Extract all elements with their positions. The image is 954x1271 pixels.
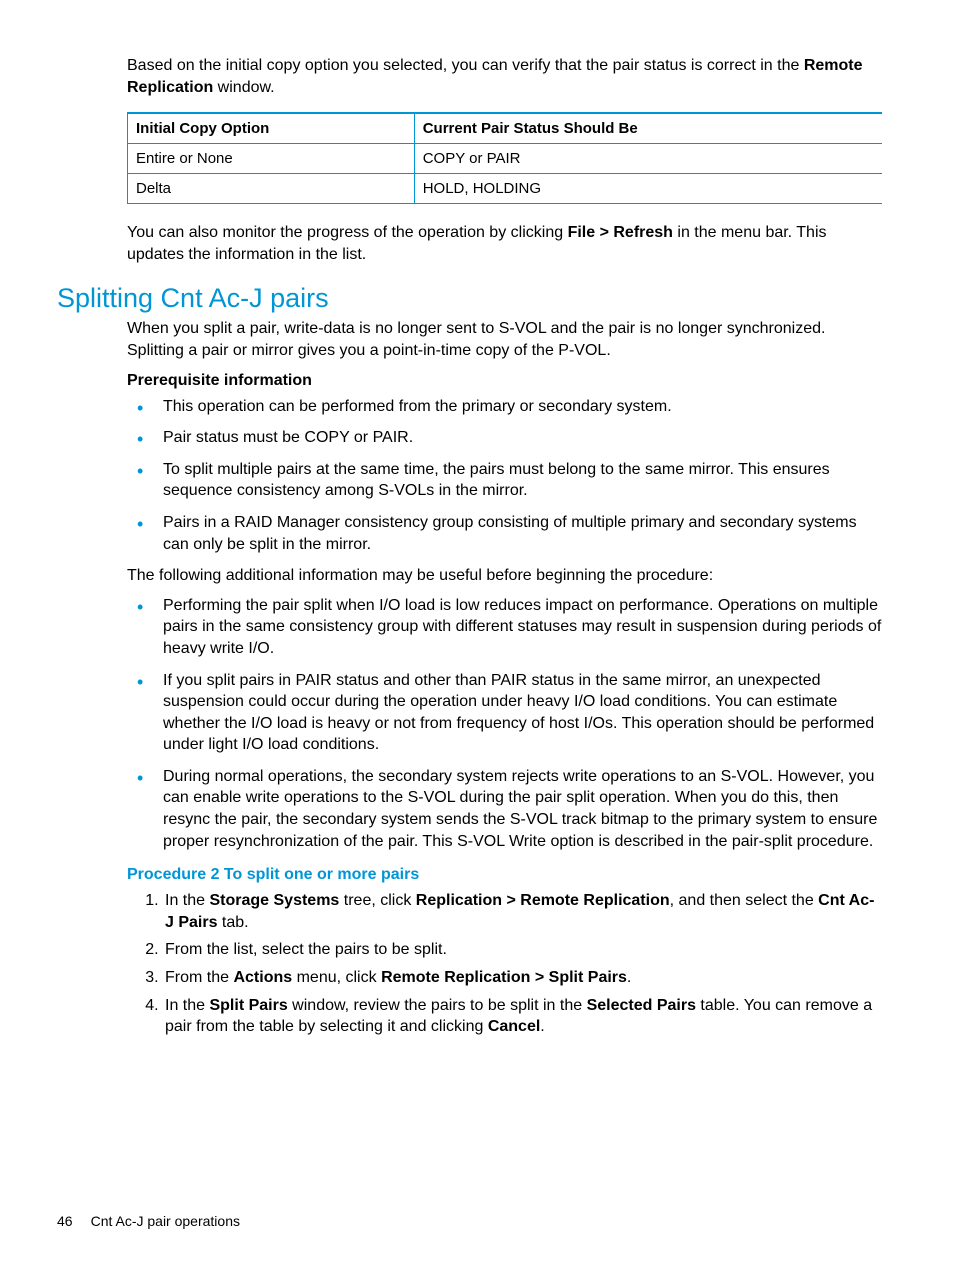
text-bold: Actions	[233, 969, 292, 986]
table-row: Entire or None COPY or PAIR	[128, 144, 883, 174]
list-item: If you split pairs in PAIR status and ot…	[163, 670, 882, 756]
footer-section: Cnt Ac-J pair operations	[91, 1213, 240, 1229]
list-item: Performing the pair split when I/O load …	[163, 595, 882, 660]
status-table: Initial Copy Option Current Pair Status …	[127, 112, 882, 204]
list-item: During normal operations, the secondary …	[163, 766, 882, 852]
text: window, review the pairs to be split in …	[288, 997, 587, 1014]
table-cell: HOLD, HOLDING	[414, 174, 882, 204]
list-item: Pairs in a RAID Manager consistency grou…	[163, 512, 882, 555]
text: window.	[213, 79, 274, 96]
additional-intro: The following additional information may…	[127, 565, 882, 587]
list-item: Pair status must be COPY or PAIR.	[163, 427, 882, 449]
table-cell: Delta	[128, 174, 415, 204]
text-bold: Storage Systems	[209, 892, 339, 909]
step-item: From the list, select the pairs to be sp…	[163, 939, 882, 961]
text-bold: Remote Replication > Split Pairs	[381, 969, 627, 986]
prerequisite-list: This operation can be performed from the…	[127, 396, 882, 556]
section-heading: Splitting Cnt Ac-J pairs	[57, 283, 882, 314]
text: , and then select the	[670, 892, 819, 909]
text: .	[627, 969, 631, 986]
text: .	[540, 1018, 544, 1035]
page-number: 46	[57, 1213, 73, 1229]
additional-list: Performing the pair split when I/O load …	[127, 595, 882, 853]
text: tree, click	[339, 892, 415, 909]
text-bold: Split Pairs	[209, 997, 287, 1014]
procedure-steps: In the Storage Systems tree, click Repli…	[127, 890, 882, 1038]
text-bold: File > Refresh	[568, 224, 673, 241]
table-row: Delta HOLD, HOLDING	[128, 174, 883, 204]
text-bold: Cancel	[488, 1018, 540, 1035]
text: From the	[165, 969, 233, 986]
list-item: To split multiple pairs at the same time…	[163, 459, 882, 502]
step-item: In the Split Pairs window, review the pa…	[163, 995, 882, 1038]
text: menu, click	[292, 969, 381, 986]
procedure-heading: Procedure 2 To split one or more pairs	[127, 866, 882, 884]
table-cell: Entire or None	[128, 144, 415, 174]
text: tab.	[217, 914, 248, 931]
split-intro: When you split a pair, write-data is no …	[127, 318, 882, 361]
list-item: This operation can be performed from the…	[163, 396, 882, 418]
table-header: Current Pair Status Should Be	[414, 113, 882, 144]
text: Based on the initial copy option you sel…	[127, 57, 804, 74]
intro-paragraph-2: You can also monitor the progress of the…	[127, 222, 882, 265]
table-cell: COPY or PAIR	[414, 144, 882, 174]
text: In the	[165, 997, 209, 1014]
table-header: Initial Copy Option	[128, 113, 415, 144]
text-bold: Replication > Remote Replication	[416, 892, 670, 909]
intro-paragraph-1: Based on the initial copy option you sel…	[127, 55, 882, 98]
page-content: Based on the initial copy option you sel…	[0, 0, 954, 1038]
step-item: In the Storage Systems tree, click Repli…	[163, 890, 882, 933]
text: You can also monitor the progress of the…	[127, 224, 568, 241]
page-footer: 46 Cnt Ac-J pair operations	[57, 1213, 240, 1229]
text: In the	[165, 892, 209, 909]
step-item: From the Actions menu, click Remote Repl…	[163, 967, 882, 989]
prerequisite-heading: Prerequisite information	[127, 372, 882, 390]
text-bold: Selected Pairs	[587, 997, 696, 1014]
